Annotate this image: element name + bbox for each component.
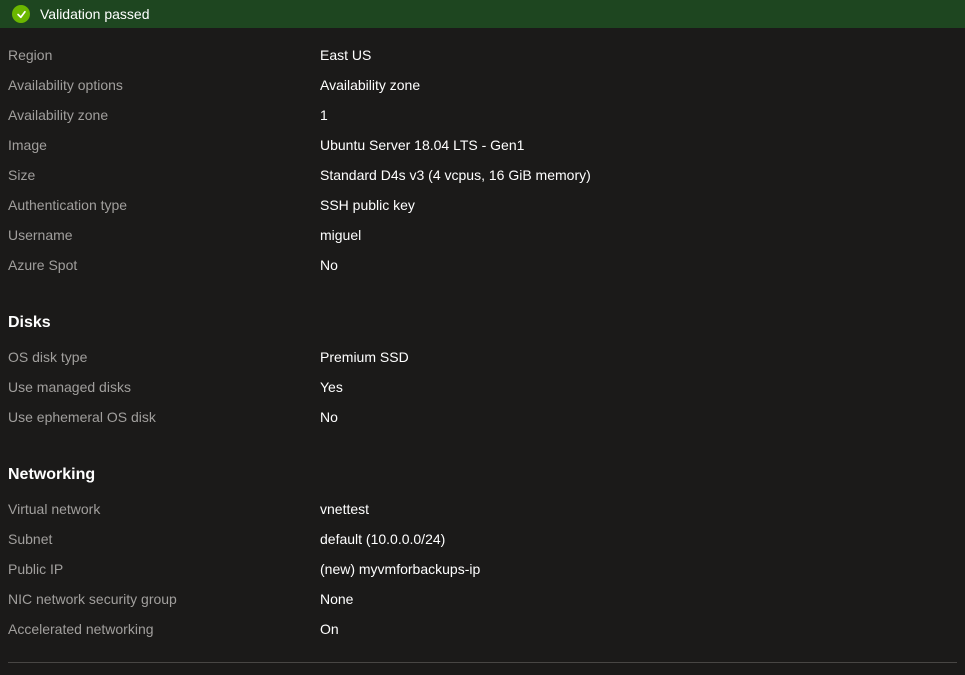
bottom-divider <box>8 662 957 663</box>
value-managed-disks: Yes <box>320 372 343 402</box>
row-managed-disks: Use managed disks Yes <box>8 372 957 402</box>
value-os-disk-type: Premium SSD <box>320 342 409 372</box>
label-public-ip: Public IP <box>8 554 320 584</box>
row-azure-spot: Azure Spot No <box>8 250 957 280</box>
label-subnet: Subnet <box>8 524 320 554</box>
value-subnet: default (10.0.0.0/24) <box>320 524 445 554</box>
row-region: Region East US <box>8 40 957 70</box>
review-content: Region East US Availability options Avai… <box>0 28 965 663</box>
value-region: East US <box>320 40 371 70</box>
label-region: Region <box>8 40 320 70</box>
row-subnet: Subnet default (10.0.0.0/24) <box>8 524 957 554</box>
label-vnet: Virtual network <box>8 494 320 524</box>
row-ephemeral-os: Use ephemeral OS disk No <box>8 402 957 432</box>
row-availability-zone: Availability zone 1 <box>8 100 957 130</box>
row-vnet: Virtual network vnettest <box>8 494 957 524</box>
value-availability-options: Availability zone <box>320 70 420 100</box>
row-username: Username miguel <box>8 220 957 250</box>
row-image: Image Ubuntu Server 18.04 LTS - Gen1 <box>8 130 957 160</box>
label-managed-disks: Use managed disks <box>8 372 320 402</box>
value-username: miguel <box>320 220 361 250</box>
row-size: Size Standard D4s v3 (4 vcpus, 16 GiB me… <box>8 160 957 190</box>
label-auth-type: Authentication type <box>8 190 320 220</box>
row-nsg: NIC network security group None <box>8 584 957 614</box>
value-image: Ubuntu Server 18.04 LTS - Gen1 <box>320 130 524 160</box>
value-azure-spot: No <box>320 250 338 280</box>
label-azure-spot: Azure Spot <box>8 250 320 280</box>
label-availability-options: Availability options <box>8 70 320 100</box>
success-check-icon <box>12 5 30 23</box>
heading-networking: Networking <box>8 466 957 484</box>
row-auth-type: Authentication type SSH public key <box>8 190 957 220</box>
value-accel-net: On <box>320 614 339 644</box>
row-accel-net: Accelerated networking On <box>8 614 957 644</box>
value-ephemeral-os: No <box>320 402 338 432</box>
validation-message: Validation passed <box>40 6 149 22</box>
label-availability-zone: Availability zone <box>8 100 320 130</box>
value-vnet: vnettest <box>320 494 369 524</box>
label-image: Image <box>8 130 320 160</box>
value-size: Standard D4s v3 (4 vcpus, 16 GiB memory) <box>320 160 591 190</box>
row-public-ip: Public IP (new) myvmforbackups-ip <box>8 554 957 584</box>
label-accel-net: Accelerated networking <box>8 614 320 644</box>
value-availability-zone: 1 <box>320 100 328 130</box>
row-availability-options: Availability options Availability zone <box>8 70 957 100</box>
row-os-disk-type: OS disk type Premium SSD <box>8 342 957 372</box>
label-ephemeral-os: Use ephemeral OS disk <box>8 402 320 432</box>
label-size: Size <box>8 160 320 190</box>
heading-disks: Disks <box>8 314 957 332</box>
label-username: Username <box>8 220 320 250</box>
value-nsg: None <box>320 584 353 614</box>
value-auth-type: SSH public key <box>320 190 415 220</box>
validation-banner: Validation passed <box>0 0 965 28</box>
value-public-ip: (new) myvmforbackups-ip <box>320 554 480 584</box>
label-os-disk-type: OS disk type <box>8 342 320 372</box>
label-nsg: NIC network security group <box>8 584 320 614</box>
